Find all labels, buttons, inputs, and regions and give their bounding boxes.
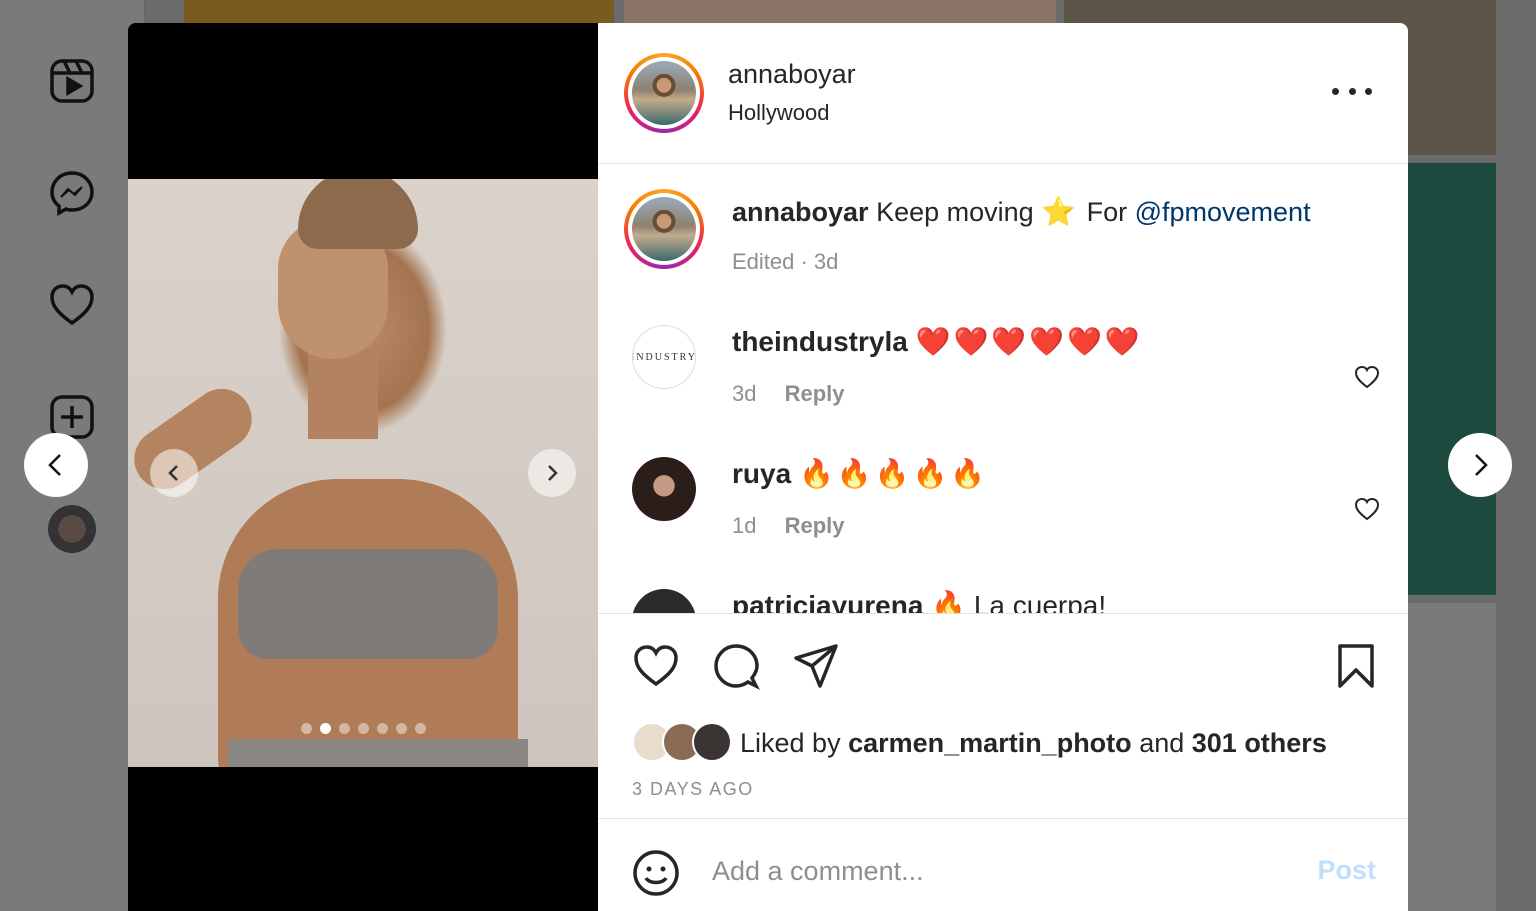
- post-date[interactable]: 3 DAYS AGO: [632, 779, 754, 800]
- post-details-panel: annaboyar Hollywood annaboyar Keep movin…: [598, 23, 1408, 911]
- add-comment-bar: Post: [598, 818, 1408, 911]
- carousel-dot: [300, 723, 312, 734]
- chevron-right-icon: [1475, 454, 1488, 476]
- post-comment-button[interactable]: Post: [1317, 855, 1376, 886]
- reels-icon[interactable]: [48, 57, 96, 105]
- post-header: annaboyar Hollywood: [598, 23, 1408, 164]
- post-location[interactable]: Hollywood: [728, 100, 830, 126]
- comments-list: annaboyar Keep moving ⭐ For @fpmovement …: [598, 165, 1408, 613]
- media-next-button[interactable]: [528, 449, 576, 497]
- caption-mention[interactable]: @fpmovement: [1135, 197, 1311, 227]
- carousel-dot: [357, 723, 369, 734]
- carousel-dot: [414, 723, 426, 734]
- reply-button[interactable]: Reply: [785, 381, 845, 406]
- comment-avatar-theindustryla[interactable]: INDUSTRY: [632, 325, 696, 389]
- post-modal: annaboyar Hollywood annaboyar Keep movin…: [128, 23, 1408, 911]
- carousel-dot: [376, 723, 388, 734]
- comment-text: 🔥🔥🔥🔥🔥: [798, 457, 989, 490]
- caption-meta: Edited · 3d: [732, 249, 839, 274]
- save-icon[interactable]: [1332, 642, 1380, 690]
- industry-logo-text: INDUSTRY: [632, 351, 696, 363]
- comment-username[interactable]: theindustryla: [732, 326, 908, 357]
- background-tile: [1408, 603, 1496, 911]
- carousel-dot: [395, 723, 407, 734]
- comment-text: ❤️❤️❤️❤️❤️❤️: [915, 325, 1143, 358]
- comment-meta: 1d Reply: [732, 513, 845, 539]
- comment-icon[interactable]: [712, 642, 760, 690]
- liked-by-avatars[interactable]: [632, 722, 732, 764]
- post-caption: annaboyar Keep moving ⭐ For @fpmovement: [732, 195, 1311, 228]
- comment-like-icon[interactable]: [1354, 497, 1380, 521]
- star-emoji: ⭐: [1041, 195, 1080, 228]
- background-tile: [1408, 163, 1496, 595]
- comment-avatar-patriciayurena[interactable]: [632, 589, 696, 613]
- chevron-left-icon: [48, 454, 61, 476]
- author-avatar[interactable]: [624, 53, 704, 133]
- likes-count[interactable]: 301 others: [1192, 728, 1327, 758]
- caption-for: For: [1086, 197, 1128, 227]
- like-icon[interactable]: [632, 642, 680, 690]
- liked-by-and: and: [1139, 728, 1185, 758]
- liked-by-label: Liked by: [740, 728, 841, 758]
- comment-like-icon[interactable]: [1354, 365, 1380, 389]
- carousel-dot: [338, 723, 350, 734]
- previous-post-button[interactable]: [24, 433, 88, 497]
- carousel-indicator: [128, 723, 598, 734]
- liked-by-user[interactable]: carmen_martin_photo: [848, 728, 1132, 758]
- liked-by-text: Liked by carmen_martin_photo and 301 oth…: [740, 728, 1327, 759]
- comment-theindustryla: theindustryla ❤️❤️❤️❤️❤️❤️: [732, 325, 1143, 358]
- caption-text: Keep moving: [876, 197, 1034, 227]
- more-options-icon[interactable]: [1332, 81, 1372, 101]
- comment-avatar-ruya[interactable]: [632, 457, 696, 521]
- comment-text: 🔥 La cuerpa!: [931, 590, 1107, 613]
- next-post-button[interactable]: [1448, 433, 1512, 497]
- caption-username[interactable]: annaboyar: [732, 197, 869, 227]
- heart-icon[interactable]: [48, 281, 96, 329]
- comment-time: 1d: [732, 513, 757, 538]
- comment-username[interactable]: ruya: [732, 458, 791, 489]
- comment-username[interactable]: patriciayurena: [732, 590, 923, 613]
- messenger-icon[interactable]: [48, 169, 96, 217]
- post-media: [128, 23, 598, 911]
- emoji-icon[interactable]: [632, 849, 680, 897]
- share-icon[interactable]: [792, 642, 840, 690]
- comment-time: 3d: [732, 381, 757, 406]
- author-username[interactable]: annaboyar: [728, 59, 856, 90]
- add-comment-input[interactable]: [712, 849, 1272, 893]
- comment-ruya: ruya 🔥🔥🔥🔥🔥: [732, 457, 988, 490]
- background-tile: [624, 0, 1056, 23]
- comment-meta: 3d Reply: [732, 381, 845, 407]
- caption-avatar[interactable]: [624, 189, 704, 269]
- background-tile: [184, 0, 614, 23]
- media-prev-button[interactable]: [150, 449, 198, 497]
- carousel-dot: [319, 723, 331, 734]
- comment-patriciayurena: patriciayurena 🔥 La cuerpa!: [732, 589, 1106, 613]
- post-actions: Liked by carmen_martin_photo and 301 oth…: [598, 613, 1408, 818]
- chevron-left-icon: [168, 465, 178, 481]
- chevron-right-icon: [548, 465, 558, 481]
- profile-avatar[interactable]: [48, 505, 96, 553]
- reply-button[interactable]: Reply: [785, 513, 845, 538]
